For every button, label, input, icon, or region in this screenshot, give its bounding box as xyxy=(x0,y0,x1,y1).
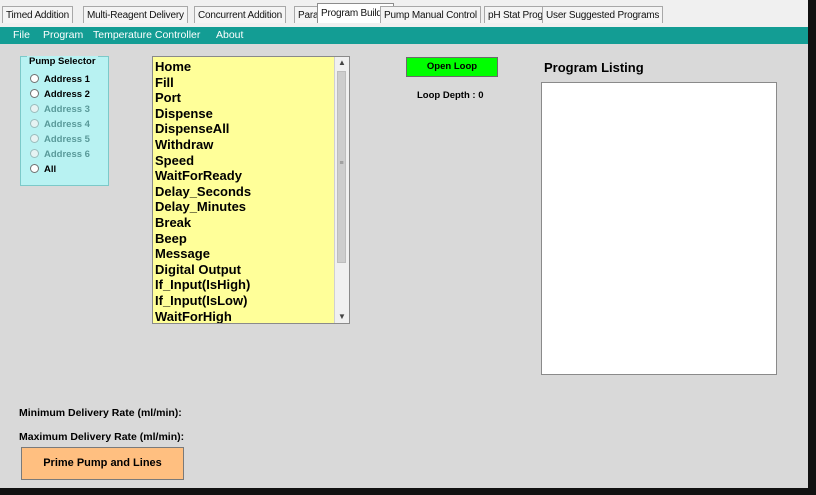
command-item-dispenseall[interactable]: DispenseAll xyxy=(155,121,229,137)
tab-user-suggested-programs[interactable]: User Suggested Programs xyxy=(542,6,664,23)
tab-pump-manual-control[interactable]: Pump Manual Control xyxy=(380,6,481,23)
menu-temperature-controller[interactable]: Temperature Controller xyxy=(93,27,200,44)
command-list[interactable]: Home Fill Port Dispense DispenseAll With… xyxy=(152,56,350,324)
grip-icon: ≡ xyxy=(339,160,344,167)
loop-depth-label: Loop Depth : 0 xyxy=(417,90,484,101)
tab-concurrent-addition[interactable]: Concurrent Addition xyxy=(194,6,287,23)
scroll-up-arrow-icon[interactable]: ▲ xyxy=(335,57,349,69)
radio-address-6: Address 6 xyxy=(30,148,90,162)
radio-label: Address 5 xyxy=(44,134,90,145)
command-item-digital-output[interactable]: Digital Output xyxy=(155,262,241,278)
radio-button-icon xyxy=(30,133,39,143)
program-listing-box[interactable] xyxy=(541,82,777,375)
pump-selector-title: Pump Selector xyxy=(27,56,98,67)
radio-address-3: Address 3 xyxy=(30,103,90,117)
radio-button-icon xyxy=(30,103,39,113)
prime-pump-and-lines-button[interactable]: Prime Pump and Lines xyxy=(21,447,184,480)
radio-address-1[interactable]: Address 1 xyxy=(30,73,90,87)
radio-label: Address 3 xyxy=(44,104,90,115)
radio-button-icon xyxy=(30,118,39,128)
command-item-if-input-islow[interactable]: If_Input(IsLow) xyxy=(155,293,247,309)
command-item-waitforready[interactable]: WaitForReady xyxy=(155,168,242,184)
radio-button-icon xyxy=(30,148,39,158)
max-delivery-rate-label: Maximum Delivery Rate (ml/min): xyxy=(19,431,185,443)
radio-button-icon[interactable] xyxy=(30,88,39,98)
command-item-delay-minutes[interactable]: Delay_Minutes xyxy=(155,199,246,215)
command-item-dispense[interactable]: Dispense xyxy=(155,106,213,122)
tab-timed-addition[interactable]: Timed Addition xyxy=(2,6,73,23)
radio-label: Address 2 xyxy=(44,89,90,100)
command-list-scrollbar[interactable]: ▲ ≡ ▼ xyxy=(334,57,349,323)
radio-label: Address 4 xyxy=(44,119,90,130)
min-delivery-rate-label: Minimum Delivery Rate (ml/min): xyxy=(19,407,182,419)
command-item-beep[interactable]: Beep xyxy=(155,231,187,247)
tab-strip: Timed Addition Multi-Reagent Delivery Co… xyxy=(0,0,808,28)
menu-program[interactable]: Program xyxy=(43,27,83,44)
open-loop-button[interactable]: Open Loop xyxy=(406,57,498,77)
scroll-down-arrow-icon[interactable]: ▼ xyxy=(335,311,349,323)
radio-label: Address 1 xyxy=(44,74,90,85)
command-item-waitforhigh[interactable]: WaitForHigh xyxy=(155,309,232,323)
menu-file[interactable]: File xyxy=(13,27,30,44)
radio-address-5: Address 5 xyxy=(30,133,90,147)
radio-button-icon[interactable] xyxy=(30,163,39,173)
command-item-message[interactable]: Message xyxy=(155,246,210,262)
radio-address-2[interactable]: Address 2 xyxy=(30,88,90,102)
scroll-thumb[interactable]: ≡ xyxy=(337,71,346,263)
radio-button-icon[interactable] xyxy=(30,73,39,83)
menu-bar: File Program Temperature Controller Abou… xyxy=(0,27,808,44)
radio-label: All xyxy=(44,164,57,175)
command-item-speed[interactable]: Speed xyxy=(155,153,194,169)
program-listing-title: Program Listing xyxy=(544,60,644,75)
radio-label: Address 6 xyxy=(44,149,90,160)
command-item-delay-seconds[interactable]: Delay_Seconds xyxy=(155,184,251,200)
tab-multi-reagent-delivery[interactable]: Multi-Reagent Delivery xyxy=(83,6,188,23)
command-item-withdraw[interactable]: Withdraw xyxy=(155,137,213,153)
command-item-break[interactable]: Break xyxy=(155,215,191,231)
pump-selector-group: Pump Selector Address 1 Address 2 Addres… xyxy=(20,56,109,186)
command-item-fill[interactable]: Fill xyxy=(155,75,174,91)
command-item-home[interactable]: Home xyxy=(155,59,191,75)
command-item-if-input-ishigh[interactable]: If_Input(IsHigh) xyxy=(155,277,250,293)
radio-all[interactable]: All xyxy=(30,163,56,177)
radio-address-4: Address 4 xyxy=(30,118,90,132)
app-window: Timed Addition Multi-Reagent Delivery Co… xyxy=(0,0,808,488)
menu-about[interactable]: About xyxy=(216,27,243,44)
command-item-port[interactable]: Port xyxy=(155,90,181,106)
